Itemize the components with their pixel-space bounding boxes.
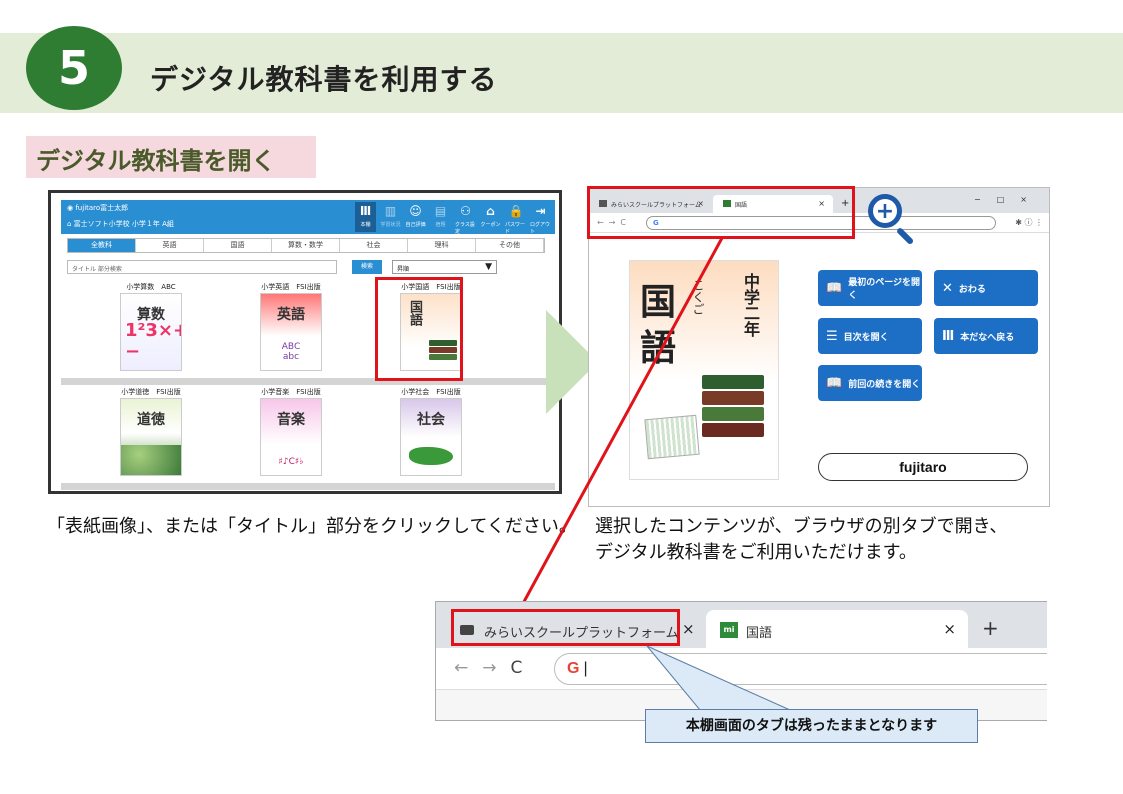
tab-other[interactable]: その他	[476, 239, 544, 252]
section-label: デジタル教科書を開く	[26, 136, 316, 178]
book-music[interactable]: 小学音楽 FSI出版 音楽 ♯♪C♯♭	[221, 387, 361, 476]
bookshelf-screenshot: ◉ fujitaro富士太郎 ⌂ 富士ソフト小学校 小学１年 A組 Ⅲ 本棚 ▥ 学…	[48, 190, 562, 494]
highlight-kokugo-book	[375, 277, 463, 381]
search-row: タイトル 部分検索 検索 昇順 ▼	[67, 260, 497, 274]
book-social[interactable]: 小学社会 FSI出版 社会	[361, 387, 501, 476]
user-name: ◉ fujitaro富士太郎	[67, 204, 129, 212]
book-math[interactable]: 小学算数 ABC 算数 1²3×+−	[81, 282, 221, 371]
bookshelf-icon: Ⅲ	[942, 328, 955, 344]
book-cover[interactable]: 英語 ABC abc	[260, 293, 322, 371]
book-title[interactable]: 小学算数 ABC	[81, 282, 221, 293]
user-name-pill: fujitaro	[818, 453, 1028, 481]
nav-bookshelf[interactable]: Ⅲ 本棚	[355, 202, 376, 232]
zoom-in-icon: +	[866, 192, 918, 246]
books-illustration	[702, 375, 764, 439]
close-icon[interactable]: ×	[943, 620, 956, 638]
close-icon[interactable]: ×	[682, 620, 695, 638]
bookshelf-top-bar: ◉ fujitaro富士太郎 ⌂ 富士ソフト小学校 小学１年 A組 Ⅲ 本棚 ▥ 学…	[61, 200, 555, 235]
bookshelf-icon: Ⅲ	[359, 204, 372, 218]
open-first-page-button[interactable]: 📖 最初のページを開く	[818, 270, 922, 306]
chart-icon: ▥	[384, 204, 397, 218]
nav-self-evaluation[interactable]: ☺ 自己評価	[405, 202, 426, 232]
nav-coupon[interactable]: ⌂ クーポン	[480, 202, 501, 232]
tab-kokugo[interactable]: mi 国語 ×	[706, 610, 968, 648]
callout-note: 本棚画面のタブは残ったままとなります	[645, 709, 978, 743]
nav-logout[interactable]: ⇥ ログアウト	[530, 202, 551, 235]
reload-icon[interactable]: C	[511, 658, 537, 678]
resume-button[interactable]: 📖 前回の続きを開く	[818, 365, 922, 401]
kokugo-cover: 国 語 こくご 中学二年	[629, 260, 779, 480]
shelf-divider	[61, 378, 555, 385]
page-title: デジタル教科書を利用する	[150, 63, 498, 96]
exit-button[interactable]: ✕ おわる	[934, 270, 1038, 306]
bookshelf-nav-icons: Ⅲ 本棚 ▥ 学習状況 ☺ 自己評価 ▤ 宿題 ⚇ クラス設定 ⌂ クーポン 🔒 パスワード …	[355, 202, 551, 235]
tab-math[interactable]: 算数・数学	[272, 239, 340, 252]
coupon-icon: ⌂	[486, 204, 495, 218]
new-tab-button[interactable]: +	[982, 616, 999, 640]
book-title[interactable]: 小学社会 FSI出版	[361, 387, 501, 398]
highlight-platform-tab	[451, 609, 680, 646]
tab-all-subjects[interactable]: 全教科	[68, 239, 136, 252]
tab-japanese[interactable]: 国語	[204, 239, 272, 252]
back-to-bookshelf-button[interactable]: Ⅲ 本だなへ戻る	[934, 318, 1038, 354]
book-title[interactable]: 小学音楽 FSI出版	[221, 387, 361, 398]
open-toc-button[interactable]: ☰ 目次を開く	[818, 318, 922, 354]
nav-buttons: ←→C	[454, 658, 536, 678]
tab-social[interactable]: 社会	[340, 239, 408, 252]
nav-learning-status[interactable]: ▥ 学習状況	[380, 202, 401, 232]
viewer-body: 国 語 こくご 中学二年 📖 最初のページを開く ✕ おわる ☰ 目次を開く Ⅲ 本だな…	[589, 234, 1049, 506]
school-class: ⌂ 富士ソフト小学校 小学１年 A組	[67, 220, 174, 228]
step-number-badge: 5	[26, 26, 122, 110]
extensions-icon[interactable]: ✱ ⓘ ⋮	[1015, 217, 1043, 228]
search-input[interactable]: タイトル 部分検索	[67, 260, 337, 274]
caption-left: 「表紙画像」、または「タイトル」部分をクリックしてください。	[47, 516, 577, 537]
book-title[interactable]: 小学道徳 FSI出版	[81, 387, 221, 398]
window-controls[interactable]: −□×	[974, 195, 1043, 204]
smiley-icon: ☺	[409, 204, 422, 218]
book-title[interactable]: 小学英語 FSI出版	[221, 282, 361, 293]
highlight-viewer-tabs	[587, 186, 855, 239]
class-settings-icon: ⚇	[460, 204, 471, 218]
search-button[interactable]: 検索	[352, 260, 382, 274]
paper-illustration	[644, 414, 700, 460]
book-cover[interactable]: 道徳	[120, 398, 182, 476]
forest-illustration	[121, 445, 181, 475]
book-moral[interactable]: 小学道徳 FSI出版 道徳	[81, 387, 221, 476]
book-cover[interactable]: 算数 1²3×+−	[120, 293, 182, 371]
book-english[interactable]: 小学英語 FSI出版 英語 ABC abc	[221, 282, 361, 371]
nav-class-settings[interactable]: ⚇ クラス設定	[455, 202, 476, 235]
list-icon: ☰	[826, 328, 838, 344]
homework-icon: ▤	[434, 204, 447, 218]
lock-icon: 🔒	[508, 204, 524, 218]
forward-arrow-icon[interactable]: →	[482, 658, 510, 678]
omnibox[interactable]: G |	[554, 653, 1047, 685]
shelf-divider	[61, 483, 555, 490]
tab-english[interactable]: 英語	[136, 239, 204, 252]
close-icon: ✕	[942, 280, 953, 296]
zoom-address-bar: ←→C G |	[436, 648, 1047, 690]
open-book-icon: 📖	[826, 280, 843, 296]
nav-homework[interactable]: ▤ 宿題	[430, 202, 451, 232]
world-map-illustration	[409, 447, 453, 465]
triangle-down-icon: ▼	[485, 262, 492, 272]
logout-icon: ⇥	[535, 204, 546, 218]
book-cover[interactable]: 社会	[400, 398, 462, 476]
subject-tabs: 全教科 英語 国語 算数・数学 社会 理科 その他	[67, 238, 545, 253]
textbook-icon: mi	[720, 622, 738, 638]
caption-right: 選択したコンテンツが、ブラウザの別タブで開き、 デジタル教科書をご利用いただけま…	[595, 516, 1008, 563]
book-cover[interactable]: 音楽 ♯♪C♯♭	[260, 398, 322, 476]
sort-select[interactable]: 昇順 ▼	[392, 260, 497, 274]
nav-password[interactable]: 🔒 パスワード	[505, 202, 526, 235]
back-arrow-icon[interactable]: ←	[454, 658, 482, 678]
google-icon: G	[567, 660, 580, 677]
open-book-icon: 📖	[826, 375, 843, 391]
tab-science[interactable]: 理科	[408, 239, 476, 252]
